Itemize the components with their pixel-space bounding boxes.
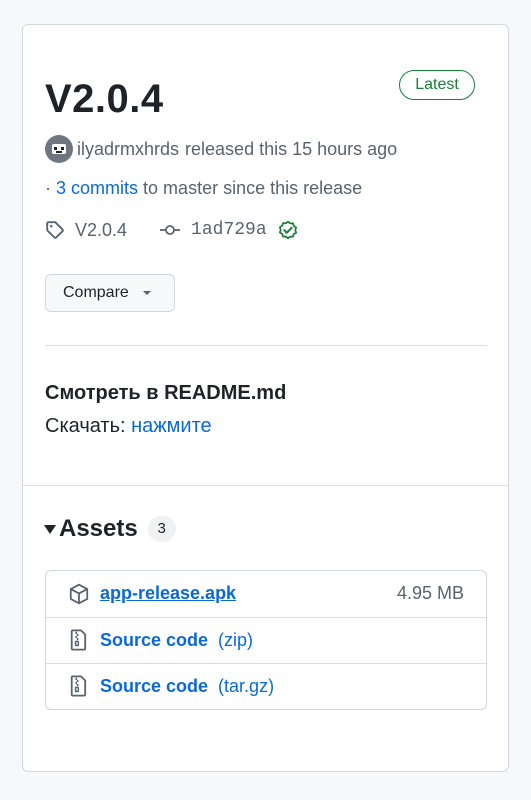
tag-link[interactable]: V2.0.4	[75, 220, 127, 241]
assets-count-badge: 3	[147, 516, 176, 542]
assets-title: Assets	[59, 515, 138, 542]
download-link[interactable]: нажмите	[131, 415, 212, 437]
download-label: Скачать:	[45, 415, 126, 437]
compare-button[interactable]: Compare	[45, 274, 175, 312]
package-icon	[68, 583, 90, 605]
asset-format: (tar.gz)	[218, 675, 275, 696]
asset-size: 4.95 MB	[396, 583, 464, 603]
commits-suffix: to master since this release	[143, 178, 363, 198]
asset-link[interactable]: app-release.apk	[100, 583, 236, 604]
release-meta-row: V2.0.4 1ad729a	[45, 217, 299, 243]
divider	[45, 345, 487, 346]
commit-sha-link[interactable]: 1ad729a	[191, 220, 267, 240]
asset-row[interactable]: Source code (tar.gz)	[46, 663, 486, 708]
file-zip-icon	[68, 629, 90, 651]
asset-row[interactable]: app-release.apk 4.95 MB	[46, 571, 486, 616]
release-card: V2.0.4 Latest ilyadrmxhrds released this…	[22, 24, 509, 772]
latest-badge: Latest	[399, 70, 475, 100]
file-zip-icon	[68, 675, 90, 697]
assets-toggle[interactable]: Assets 3	[43, 513, 176, 545]
asset-format: (zip)	[218, 629, 254, 650]
commits-row: · 3 commits to master since this release	[45, 178, 362, 199]
assets-list: app-release.apk 4.95 MB Source code (zip…	[45, 570, 487, 710]
released-text: released this 15 hours ago	[185, 138, 398, 159]
asset-link[interactable]: Source code	[100, 630, 208, 651]
release-title[interactable]: V2.0.4	[45, 77, 164, 122]
commit-icon	[159, 220, 181, 240]
triangle-down-icon	[141, 289, 153, 297]
tag-icon	[45, 220, 65, 240]
commits-link[interactable]: 3 commits	[56, 178, 138, 198]
avatar[interactable]	[45, 135, 73, 163]
commits-bullet: ·	[45, 178, 51, 198]
release-notes-heading: Смотреть в README.md	[45, 382, 287, 404]
asset-row[interactable]: Source code (zip)	[46, 617, 486, 662]
verified-check-icon[interactable]	[277, 219, 299, 241]
triangle-down-icon	[43, 523, 57, 535]
download-line: Скачать: нажмите	[45, 415, 212, 438]
author-link[interactable]: ilyadrmxhrds	[77, 139, 179, 160]
asset-link[interactable]: Source code	[100, 676, 208, 697]
divider	[23, 485, 508, 486]
release-author-row: ilyadrmxhrds released this 15 hours ago	[45, 135, 397, 163]
compare-label: Compare	[63, 284, 129, 301]
avatar-glyph-icon	[52, 144, 66, 154]
